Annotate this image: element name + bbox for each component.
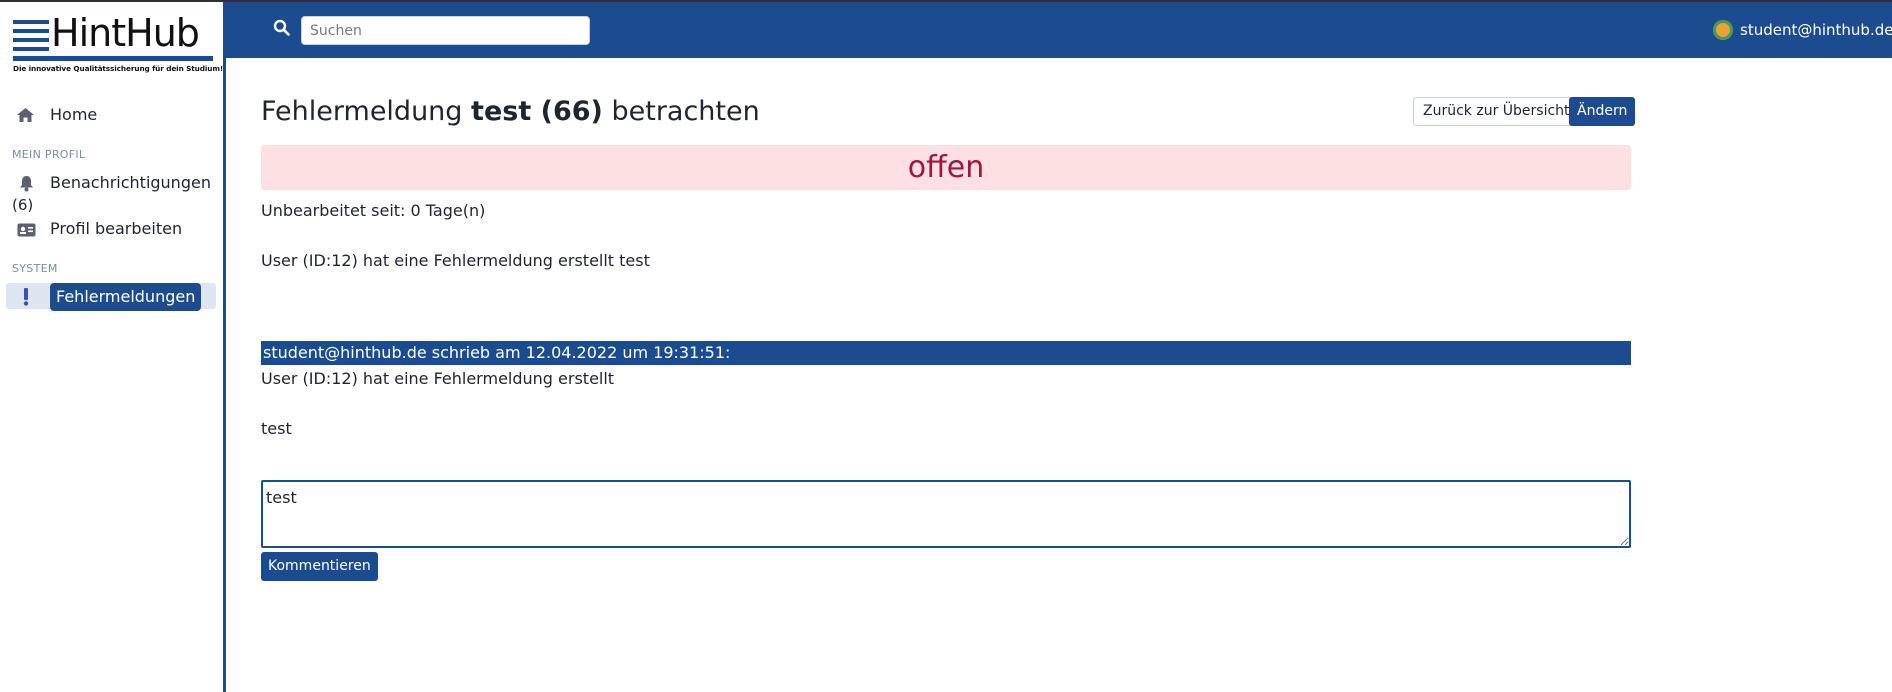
- sidebar-item-profile-edit-label: Profil bearbeiten: [50, 219, 183, 238]
- sidebar-item-home-label: Home: [50, 105, 98, 124]
- section-label-system: SYSTEM: [12, 262, 58, 275]
- id-card-icon: [17, 223, 36, 237]
- section-label-profile: MEIN PROFIL: [12, 148, 86, 161]
- comment-input[interactable]: test: [261, 480, 1631, 548]
- unedited-since-text: Unbearbeitet seit: 0 Tage(n): [261, 201, 486, 220]
- exclamation-icon: [23, 288, 29, 306]
- user-email[interactable]: student@hinthub.de: [1740, 21, 1892, 39]
- sidebar: HintHub Die innovative Qualitätssicherun…: [0, 2, 226, 692]
- comment-submit-button[interactable]: Kommentieren: [261, 552, 378, 581]
- page-title-prefix: Fehlermeldung: [261, 96, 463, 127]
- search-icon[interactable]: [273, 19, 291, 37]
- page-title: Fehlermeldung test (66) betrachten: [261, 96, 760, 127]
- comment-body-line1: User (ID:12) hat eine Fehlermeldung erst…: [261, 369, 615, 388]
- ticket-description: User (ID:12) hat eine Fehlermeldung erst…: [261, 251, 650, 270]
- user-avatar-icon[interactable]: [1713, 20, 1733, 40]
- search-input[interactable]: [301, 16, 590, 45]
- logo-underline: [13, 56, 213, 61]
- page-title-suffix: betrachten: [611, 96, 760, 127]
- home-icon: [17, 108, 34, 122]
- sidebar-item-notifications-label: Benachrichtigungen: [50, 173, 211, 192]
- sidebar-item-errors-label: Fehlermeldungen: [50, 283, 202, 311]
- logo-text: HintHub: [51, 11, 200, 55]
- bell-icon: [20, 176, 33, 192]
- back-to-overview-button[interactable]: Zurück zur Übersicht: [1413, 97, 1580, 126]
- edit-button[interactable]: Ändern: [1569, 97, 1636, 126]
- main-content: Fehlermeldung test (66) betrachten Zurüc…: [226, 58, 1892, 692]
- comment-header: student@hinthub.de schrieb am 12.04.2022…: [261, 341, 1631, 365]
- status-badge: offen: [261, 145, 1631, 190]
- comment-body-line2: test: [261, 419, 292, 438]
- logo-tagline: Die innovative Qualitätssicherung für de…: [13, 64, 224, 73]
- page-title-ticket: test (66): [471, 96, 603, 127]
- hinthub-logo[interactable]: HintHub Die innovative Qualitätssicherun…: [13, 11, 224, 76]
- top-header: student@hinthub.de: [226, 2, 1892, 58]
- notifications-count: (6): [12, 196, 34, 214]
